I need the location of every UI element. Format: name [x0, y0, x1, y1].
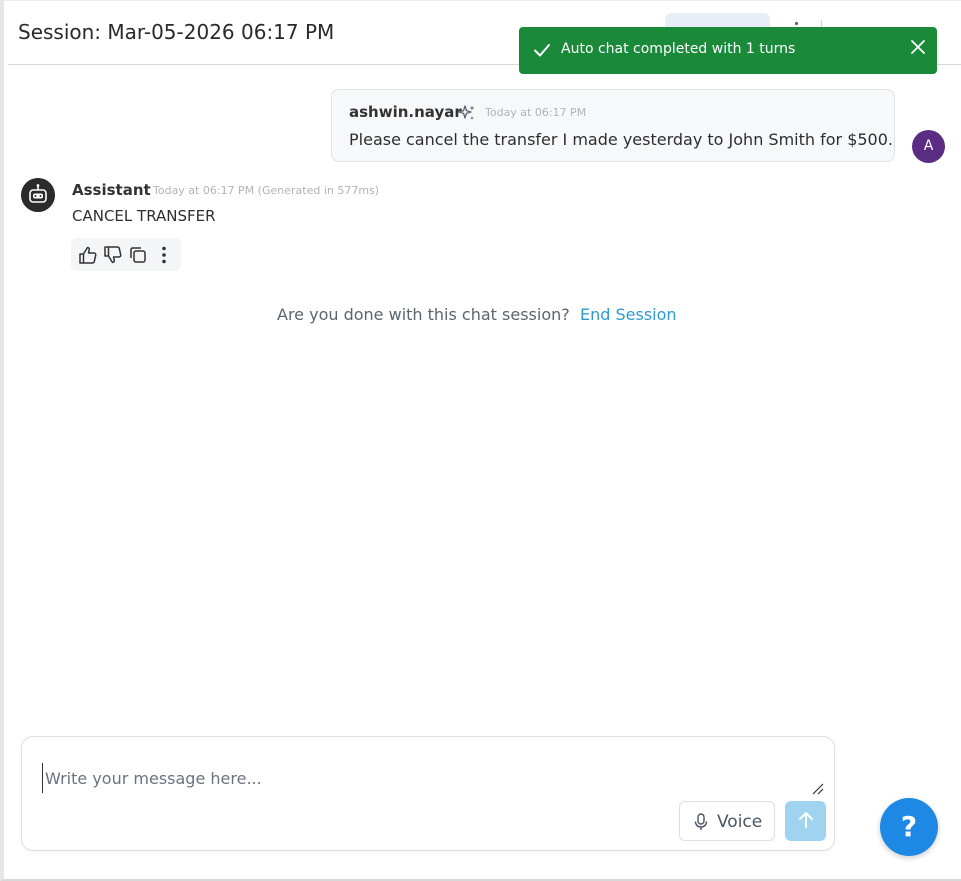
- user-message: ashwin.nayar Today at 06:17 PM Please ca…: [331, 89, 895, 162]
- toast-message: Auto chat completed with 1 turns: [561, 41, 796, 57]
- voice-button[interactable]: Voice: [679, 801, 775, 841]
- assistant-message-time: Today at 06:17 PM (Generated in 577ms): [153, 184, 380, 197]
- user-message-time: Today at 06:17 PM: [485, 106, 587, 119]
- message-input[interactable]: [42, 763, 802, 793]
- arrow-up-icon: [799, 812, 813, 828]
- resize-handle-icon[interactable]: [812, 783, 824, 795]
- bot-icon: [21, 178, 55, 212]
- user-name: ashwin.nayar: [349, 103, 462, 121]
- voice-button-label: Voice: [717, 812, 763, 832]
- microphone-icon: [694, 813, 708, 830]
- message-actions: [71, 238, 181, 271]
- success-toast: Auto chat completed with 1 turns: [519, 27, 937, 74]
- help-button[interactable]: ?: [880, 798, 938, 856]
- end-session-link[interactable]: End Session: [580, 305, 677, 324]
- thumbs-down-icon[interactable]: [103, 245, 123, 265]
- assistant-message-text: CANCEL TRANSFER: [72, 207, 216, 225]
- more-vertical-icon[interactable]: [154, 245, 174, 265]
- end-session-question: Are you done with this chat session?: [277, 305, 570, 324]
- sparkle-icon: [458, 105, 475, 120]
- send-button[interactable]: [785, 801, 826, 841]
- close-icon[interactable]: [909, 38, 927, 56]
- message-composer: Voice: [21, 736, 835, 851]
- thumbs-up-icon[interactable]: [78, 245, 98, 265]
- copy-icon[interactable]: [128, 245, 148, 265]
- avatar[interactable]: A: [912, 130, 945, 163]
- check-icon: [534, 44, 550, 57]
- user-message-text: Please cancel the transfer I made yester…: [349, 130, 893, 149]
- page-title: Session: Mar-05-2026 06:17 PM: [18, 20, 335, 44]
- assistant-name: Assistant: [72, 181, 151, 199]
